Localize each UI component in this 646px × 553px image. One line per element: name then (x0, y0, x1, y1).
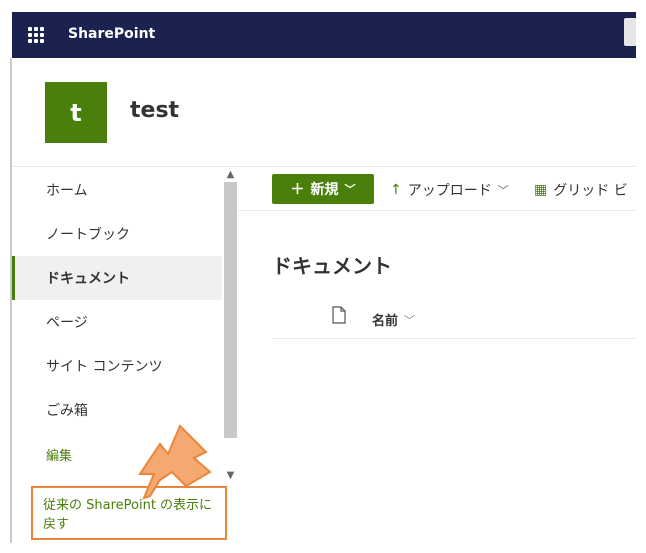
new-button[interactable]: ＋ 新規 ﹀ (272, 174, 374, 204)
scrollbar-thumb[interactable] (224, 182, 237, 438)
file-type-icon[interactable] (332, 306, 346, 324)
upload-label: アップロード (407, 183, 492, 199)
column-header-row: 名前 ﹀ (272, 300, 636, 339)
new-label: 新規 (310, 182, 339, 198)
name-column-header[interactable]: 名前 ﹀ (372, 310, 416, 330)
upload-button[interactable]: ↑ アップロード ﹀ (390, 180, 509, 200)
chevron-down-icon: ﹀ (404, 313, 416, 327)
upload-chevron-icon: ﹀ (497, 184, 509, 197)
callout-arrow-icon (138, 424, 212, 500)
suite-bar: SharePoint (12, 12, 636, 58)
plus-icon: ＋ (290, 182, 305, 198)
nav-item-home[interactable]: ホーム (12, 168, 222, 212)
grid-icon: ▦ (534, 182, 548, 198)
chevron-down-icon: ﹀ (344, 183, 356, 196)
scroll-down-icon[interactable]: ▼ (224, 470, 237, 481)
grid-label: グリッド ビ (553, 183, 628, 199)
site-logo[interactable]: t (45, 82, 107, 143)
site-title[interactable]: test (130, 98, 179, 123)
site-header: t test (12, 58, 636, 167)
nav-item-site-contents[interactable]: サイト コンテンツ (12, 344, 222, 388)
command-bar: ＋ 新規 ﹀ ↑ アップロード ﹀ ▦ グリッド ビ (238, 168, 636, 211)
grid-view-button[interactable]: ▦ グリッド ビ (534, 180, 628, 200)
nav-item-pages[interactable]: ページ (12, 300, 222, 344)
library-title: ドキュメント (272, 254, 392, 278)
nav-item-documents[interactable]: ドキュメント (12, 256, 222, 300)
name-column-label: 名前 (372, 314, 399, 329)
app-launcher-icon[interactable] (28, 27, 44, 43)
scroll-up-icon[interactable]: ▲ (224, 169, 237, 180)
upload-icon: ↑ (390, 182, 402, 198)
brand-title[interactable]: SharePoint (68, 26, 155, 42)
nav-item-notebook[interactable]: ノートブック (12, 212, 222, 256)
search-box[interactable] (624, 18, 636, 46)
